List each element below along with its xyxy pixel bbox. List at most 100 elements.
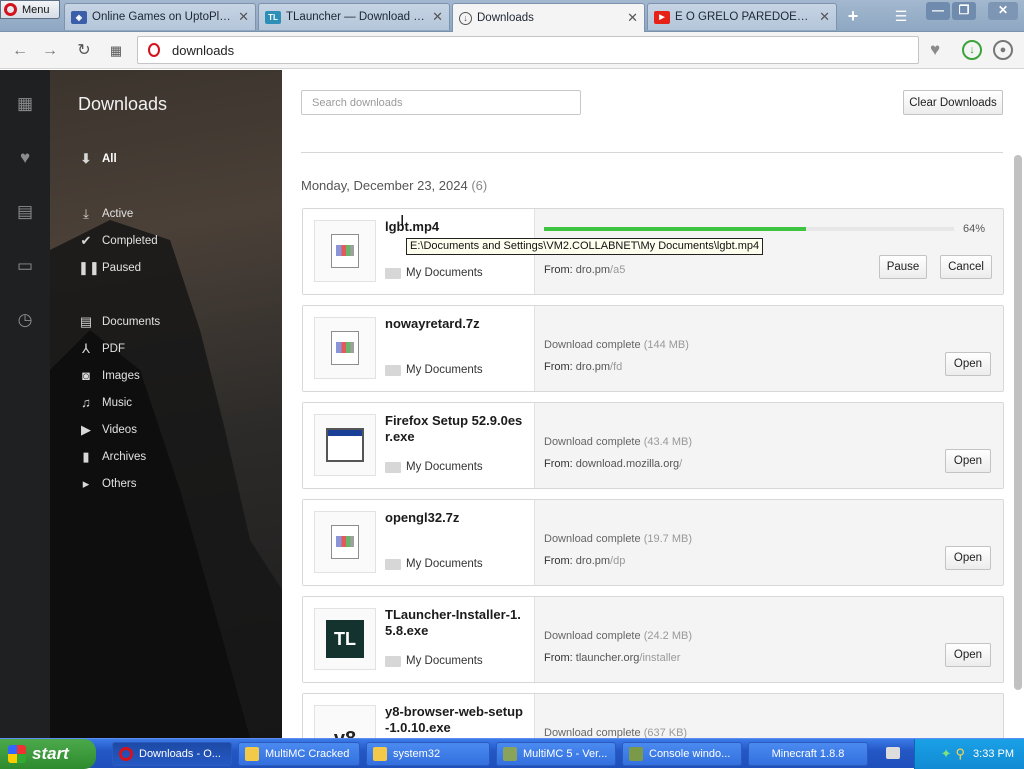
category-others[interactable]: ▸ Others xyxy=(78,476,137,492)
close-icon[interactable]: ✕ xyxy=(238,9,249,25)
url-text: downloads xyxy=(172,42,235,58)
taskbar-item-opera[interactable]: Downloads - O... xyxy=(112,742,232,766)
open-button[interactable]: Open xyxy=(945,643,991,667)
back-icon[interactable]: ← xyxy=(10,41,30,61)
category-images[interactable]: ◙ Images xyxy=(78,368,140,383)
source-path: /a5 xyxy=(610,264,626,276)
category-all[interactable]: ⬇ All xyxy=(78,151,117,167)
from-label: From: xyxy=(544,361,573,373)
show-in-folder-link[interactable]: My Documents xyxy=(385,655,483,667)
category-label: PDF xyxy=(102,343,125,355)
history-icon[interactable]: ◷ xyxy=(14,310,36,330)
tab-uptoplay[interactable]: ◈ Online Games on UptoPlay — ✕ xyxy=(64,3,256,30)
address-bar: ← → ↻ ▦ downloads ♥ ↓ ● xyxy=(0,32,1024,69)
tabs-icon[interactable]: ▭ xyxy=(14,256,36,276)
status-text: Download complete xyxy=(544,630,641,642)
download-status-icon[interactable]: ↓ xyxy=(962,40,982,60)
speed-dial-icon[interactable]: ▦ xyxy=(14,94,36,114)
show-in-folder-link[interactable]: My Documents xyxy=(385,461,483,473)
tab-youtube[interactable]: ▶ E O GRELO PAREDOES - par ✕ xyxy=(647,3,837,30)
open-button[interactable]: Open xyxy=(945,546,991,570)
category-label: Documents xyxy=(102,316,161,328)
download-row-info: Firefox Setup 52.9.0esr.exe My Documents xyxy=(303,403,535,488)
download-row[interactable]: v8 y8-browser-web-setup-1.0.10.exe Downl… xyxy=(302,693,1004,738)
search-icon[interactable]: ⚲ xyxy=(956,746,966,762)
show-in-folder-link[interactable]: My Documents xyxy=(385,558,483,570)
category-documents[interactable]: ▤ Documents xyxy=(78,314,160,330)
speed-dial-grid-icon[interactable]: ▦ xyxy=(106,41,126,61)
minimize-icon[interactable]: — xyxy=(926,2,950,20)
source-path: /installer xyxy=(639,652,681,664)
reload-icon[interactable]: ↻ xyxy=(74,41,94,61)
account-icon[interactable]: ● xyxy=(993,40,1013,60)
from-label: From: xyxy=(544,652,573,664)
category-label: Completed xyxy=(102,235,158,247)
downloads-main: Clear Downloads Monday, December 23, 202… xyxy=(282,70,1024,738)
close-window-icon[interactable]: ✕ xyxy=(988,2,1018,20)
close-icon[interactable]: ✕ xyxy=(432,9,443,25)
folder-icon xyxy=(385,558,401,570)
menu-label: Menu xyxy=(22,3,50,16)
tab-downloads[interactable]: ↓ Downloads ✕ xyxy=(452,3,645,32)
taskbar-item-console[interactable]: Console windo... xyxy=(622,742,742,766)
file-name[interactable]: Firefox Setup 52.9.0esr.exe xyxy=(385,413,525,445)
folder-icon xyxy=(385,364,401,376)
file-name[interactable]: y8-browser-web-setup-1.0.10.exe xyxy=(385,704,525,736)
file-name[interactable]: nowayretard.7z xyxy=(385,316,525,332)
category-label: Others xyxy=(102,478,137,490)
network-icon[interactable]: ✦ xyxy=(941,746,952,762)
close-icon[interactable]: ✕ xyxy=(627,10,638,26)
taskbar: start Downloads - O... MultiMC Cracked s… xyxy=(0,738,1024,769)
maximize-icon[interactable]: ❐ xyxy=(952,2,976,20)
download-status: Download complete (24.2 MB) xyxy=(544,630,692,642)
category-archives[interactable]: ▮ Archives xyxy=(78,449,146,465)
pause-button[interactable]: Pause xyxy=(879,255,927,279)
cancel-button[interactable]: Cancel xyxy=(940,255,992,279)
new-tab-button[interactable]: + xyxy=(842,6,864,26)
clear-downloads-button[interactable]: Clear Downloads xyxy=(903,90,1003,115)
download-row[interactable]: opengl32.7z My Documents Download comple… xyxy=(302,499,1004,586)
file-name[interactable]: TLauncher-Installer-1.5.8.exe xyxy=(385,607,525,639)
download-row[interactable]: TL TLauncher-Installer-1.5.8.exe My Docu… xyxy=(302,596,1004,683)
status-text: Download complete xyxy=(544,436,641,448)
category-active[interactable]: ⤓ Active xyxy=(78,206,133,222)
bookmark-heart-icon[interactable]: ♥ xyxy=(924,40,946,60)
folder-icon xyxy=(373,747,387,761)
check-circle-icon: ✔ xyxy=(80,233,92,248)
taskbar-item-minecraft[interactable]: Minecraft 1.8.8 xyxy=(748,742,868,766)
opera-menu-button[interactable]: Menu xyxy=(0,0,60,19)
folder-label: My Documents xyxy=(406,461,483,473)
taskbar-item-multimc[interactable]: MultiMC 5 - Ver... xyxy=(496,742,616,766)
category-completed[interactable]: ✔ Completed xyxy=(78,233,158,249)
source-path: /fd xyxy=(610,361,623,373)
download-row[interactable]: Firefox Setup 52.9.0esr.exe My Documents… xyxy=(302,402,1004,489)
task-label: Console windo... xyxy=(649,748,731,760)
news-icon[interactable]: ▤ xyxy=(14,202,36,222)
folder-icon xyxy=(385,655,401,667)
open-button[interactable]: Open xyxy=(945,449,991,473)
url-field[interactable]: downloads xyxy=(137,36,919,64)
search-downloads-input[interactable] xyxy=(301,90,581,115)
taskbar-item-folder[interactable]: system32 xyxy=(366,742,490,766)
taskbar-item-folder[interactable]: MultiMC Cracked xyxy=(238,742,360,766)
category-music[interactable]: ♫ Music xyxy=(78,395,132,410)
forward-icon[interactable]: → xyxy=(40,41,60,61)
show-in-folder-link[interactable]: My Documents xyxy=(385,364,483,376)
tab-menu-icon[interactable]: ☰ xyxy=(890,6,912,26)
show-in-folder-link[interactable]: My Documents xyxy=(385,267,483,279)
scrollbar-thumb[interactable] xyxy=(1014,155,1022,690)
download-row[interactable]: nowayretard.7z My Documents Download com… xyxy=(302,305,1004,392)
gamepad-icon: ◈ xyxy=(71,10,87,24)
start-button[interactable]: start xyxy=(0,739,96,769)
close-icon[interactable]: ✕ xyxy=(819,9,830,25)
keyboard-icon[interactable] xyxy=(886,747,900,759)
category-paused[interactable]: ❚❚ Paused xyxy=(78,260,141,276)
file-name[interactable]: opengl32.7z xyxy=(385,510,525,526)
heart-icon[interactable]: ♥ xyxy=(14,148,36,168)
file-size: (19.7 MB) xyxy=(643,533,692,545)
category-videos[interactable]: ▶ Videos xyxy=(78,422,137,438)
open-button[interactable]: Open xyxy=(945,352,991,376)
file-name[interactable]: lgbt.mp4 xyxy=(385,219,525,235)
category-pdf[interactable]: ⅄ PDF xyxy=(78,341,125,357)
tab-tlauncher[interactable]: TL TLauncher — Download Mine ✕ xyxy=(258,3,450,30)
